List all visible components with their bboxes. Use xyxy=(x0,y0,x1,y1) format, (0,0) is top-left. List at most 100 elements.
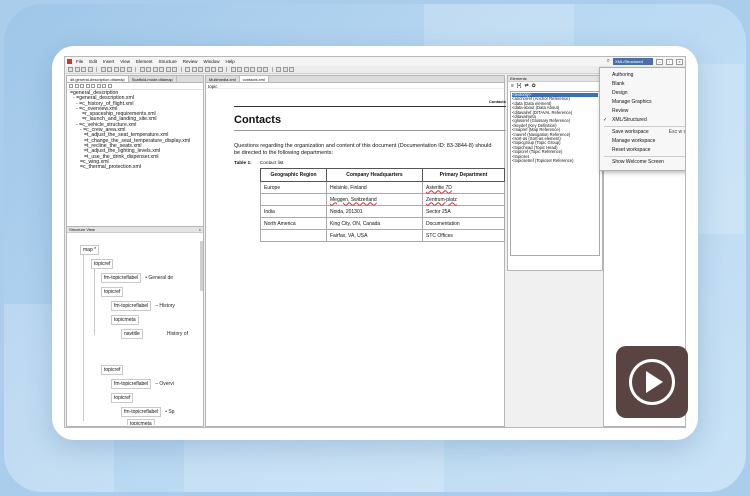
column-header[interactable]: Primary Department xyxy=(422,168,505,182)
table-title[interactable]: Contact list xyxy=(260,161,284,166)
minimize-icon[interactable]: – xyxy=(656,58,663,65)
move-down-icon[interactable] xyxy=(91,84,95,88)
element-bubble[interactable]: topicmeta xyxy=(127,419,155,425)
indent-icon[interactable] xyxy=(243,67,249,72)
structure-node[interactable]: fm-topicreflabel – History xyxy=(111,301,175,311)
perspective-switcher[interactable]: XML/Structured xyxy=(613,58,653,65)
column-header[interactable]: Company Headquarters xyxy=(326,168,423,182)
element-icon[interactable] xyxy=(256,67,262,72)
open-icon[interactable] xyxy=(74,67,80,72)
delete-icon[interactable] xyxy=(96,84,101,88)
menu-edit[interactable]: Edit xyxy=(89,59,97,64)
structure-node[interactable]: topicmeta xyxy=(111,315,139,325)
menu-item-design[interactable]: Design xyxy=(600,89,685,98)
insert-table-icon[interactable] xyxy=(185,67,190,72)
element-bubble[interactable]: topicmeta xyxy=(111,315,139,325)
menu-item-manage-graphics[interactable]: Manage Graphics xyxy=(600,98,685,107)
table-cell[interactable]: King City, ON, Canada xyxy=(326,217,423,230)
structure-node[interactable]: topicref xyxy=(101,287,124,297)
table-cell[interactable]: Helsinki, Finland xyxy=(326,181,423,194)
preview-icon[interactable] xyxy=(276,67,281,72)
insert-link-icon[interactable] xyxy=(198,67,203,72)
insert-topicref-icon[interactable] xyxy=(80,84,84,88)
table-cell[interactable]: Fairfax, VA, USA xyxy=(326,229,423,242)
tab-multimedia[interactable]: Multimedia.xml xyxy=(206,76,240,82)
redo-icon[interactable] xyxy=(107,67,112,72)
print-icon[interactable] xyxy=(87,67,93,72)
menu-window[interactable]: Window xyxy=(204,59,220,64)
search-icon[interactable] xyxy=(107,84,112,88)
publish-icon[interactable] xyxy=(282,67,288,72)
marker-icon[interactable] xyxy=(217,67,223,72)
element-bubble[interactable]: topicref xyxy=(101,287,124,297)
menu-item-xml-structured[interactable]: XML/Structured xyxy=(600,116,685,125)
attribute-icon[interactable] xyxy=(263,67,268,72)
table-cell[interactable]: STC Offices xyxy=(422,229,505,242)
element-bubble[interactable]: topicref xyxy=(101,365,124,375)
structure-node[interactable]: fm-topicreflabel • Sp xyxy=(121,407,174,417)
new-doc-icon[interactable] xyxy=(68,67,73,72)
list-icon[interactable] xyxy=(230,67,236,72)
table-cell[interactable]: Zentrum-platz xyxy=(422,193,505,206)
restore-icon[interactable]: ▫ xyxy=(666,58,673,65)
table-cell[interactable] xyxy=(260,193,327,206)
italic-icon[interactable] xyxy=(146,67,151,72)
expand-icon[interactable] xyxy=(69,84,73,88)
structure-node[interactable]: fm-topicreflabel • General de xyxy=(101,273,173,283)
column-header[interactable]: Geographic Region xyxy=(260,168,327,182)
menu-item-manage-workspace[interactable]: Manage workspace xyxy=(600,137,685,146)
help-icon[interactable] xyxy=(289,67,294,72)
structure-node[interactable]: fm-topicreflabel – Overvi xyxy=(111,379,174,389)
underline-icon[interactable] xyxy=(152,67,158,72)
element-bubble[interactable]: fm-topicreflabel xyxy=(101,273,142,283)
menu-file[interactable]: File xyxy=(76,59,83,64)
insert-image-icon[interactable] xyxy=(191,67,197,72)
table-cell[interactable]: North America xyxy=(260,217,327,230)
structure-node[interactable]: topicmeta xyxy=(127,419,155,425)
outdent-icon[interactable] xyxy=(250,67,255,72)
table-cell[interactable]: Europe xyxy=(260,181,327,194)
element-bubble[interactable]: topicref xyxy=(91,259,114,269)
table-cell[interactable]: India xyxy=(260,205,327,218)
swap-icon[interactable]: ⇄ xyxy=(524,83,528,89)
align-center-icon[interactable] xyxy=(165,67,171,72)
play-video-button[interactable] xyxy=(616,346,688,418)
tab-general-description-map[interactable]: dit.general-description.ditamap xyxy=(67,76,129,82)
table-cell[interactable]: Noida, 201301 xyxy=(326,205,423,218)
structure-node[interactable]: map * xyxy=(80,245,100,255)
element-breadcrumb[interactable]: topic xyxy=(206,83,504,89)
table-cell[interactable]: Meggen, Switzerland xyxy=(326,193,423,206)
list-view-icon[interactable]: ≡ xyxy=(511,83,514,89)
cut-icon[interactable] xyxy=(113,67,119,72)
menu-item-review[interactable]: Review xyxy=(600,107,685,116)
table-cell[interactable]: Sector 25A xyxy=(422,205,505,218)
close-icon[interactable]: × xyxy=(199,227,201,232)
close-icon[interactable]: × xyxy=(676,58,683,65)
menu-view[interactable]: View xyxy=(120,59,130,64)
structure-node[interactable]: topicref xyxy=(111,393,134,403)
element-bubble[interactable]: fm-topicreflabel xyxy=(121,407,162,417)
menu-help[interactable]: Help xyxy=(226,59,235,64)
element-bubble[interactable]: map * xyxy=(80,245,100,255)
structure-node[interactable]: topicref xyxy=(101,365,124,375)
table-cell[interactable] xyxy=(260,229,327,242)
element-bubble[interactable]: fm-topicreflabel xyxy=(111,301,152,311)
table-cell[interactable]: Asteritie 7D xyxy=(422,181,505,194)
menu-review[interactable]: Review xyxy=(183,59,198,64)
menu-item-reset-workspace[interactable]: Reset workspace xyxy=(600,146,685,155)
cross-ref-icon[interactable] xyxy=(204,67,210,72)
scrollbar[interactable] xyxy=(200,241,203,291)
bold-icon[interactable] xyxy=(139,67,145,72)
settings-icon[interactable] xyxy=(102,84,106,88)
move-up-icon[interactable] xyxy=(85,84,90,88)
menu-item-save-workspace[interactable]: Save workspace Esc w s xyxy=(600,128,685,137)
numbered-list-icon[interactable] xyxy=(237,67,242,72)
menu-element[interactable]: Element xyxy=(136,59,153,64)
tree-item[interactable]: =c_thermal_protection.xml xyxy=(70,164,200,170)
list-item[interactable]: <topicsetref (Topicset Reference) xyxy=(512,158,598,163)
element-bubble[interactable]: navtitle xyxy=(121,329,143,339)
element-bubble[interactable]: fm-topicreflabel xyxy=(111,379,152,389)
structure-node[interactable]: navtitle History of xyxy=(121,329,188,339)
variable-icon[interactable] xyxy=(211,67,216,72)
paste-icon[interactable] xyxy=(126,67,132,72)
